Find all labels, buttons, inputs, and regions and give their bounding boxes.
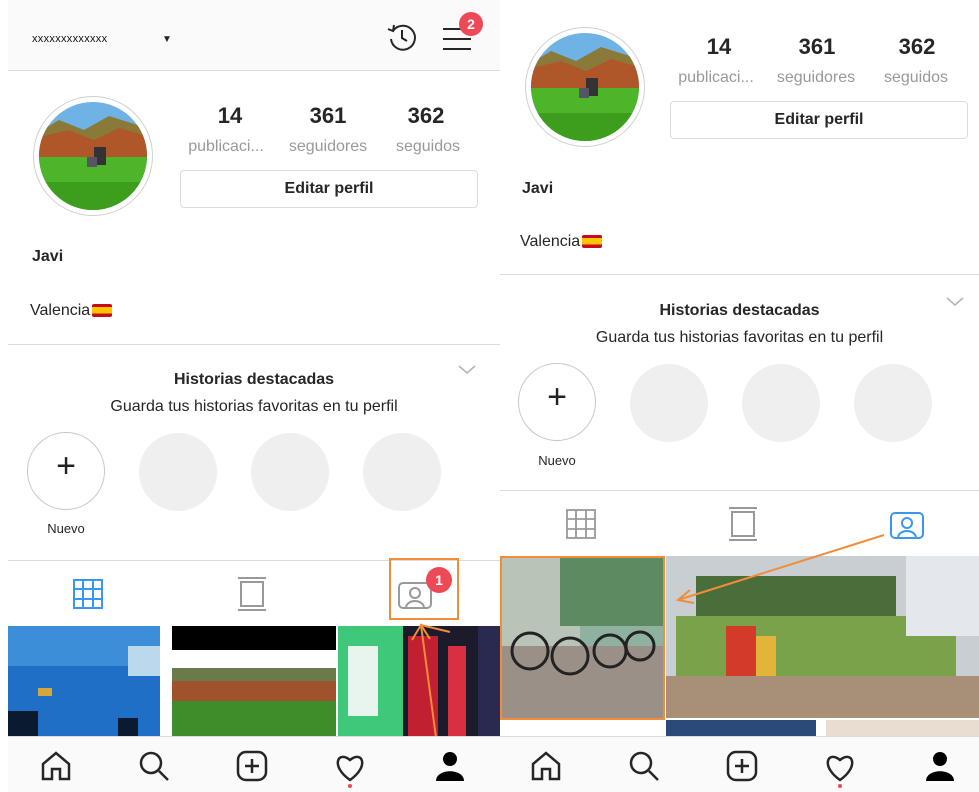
search-icon[interactable] [628, 750, 660, 787]
annotation-arrow [411, 623, 451, 746]
activity-dot [348, 784, 352, 788]
heart-icon[interactable] [334, 752, 366, 787]
right-screen: 14 361 362 publicaci... seguidores segui… [500, 0, 979, 792]
left-screen: xxxxxxxxxxxxx ▼ 2 14 361 362 publicaci..… [0, 0, 500, 792]
profile-icon[interactable] [924, 750, 956, 787]
add-post-icon[interactable] [236, 750, 268, 787]
add-post-icon[interactable] [726, 750, 758, 787]
profile-icon[interactable] [434, 750, 466, 787]
annotation-arrow [675, 534, 885, 604]
home-icon[interactable] [40, 750, 72, 787]
home-icon[interactable] [530, 750, 562, 787]
heart-icon[interactable] [824, 752, 856, 787]
activity-dot [838, 784, 842, 788]
search-icon[interactable] [138, 750, 170, 787]
